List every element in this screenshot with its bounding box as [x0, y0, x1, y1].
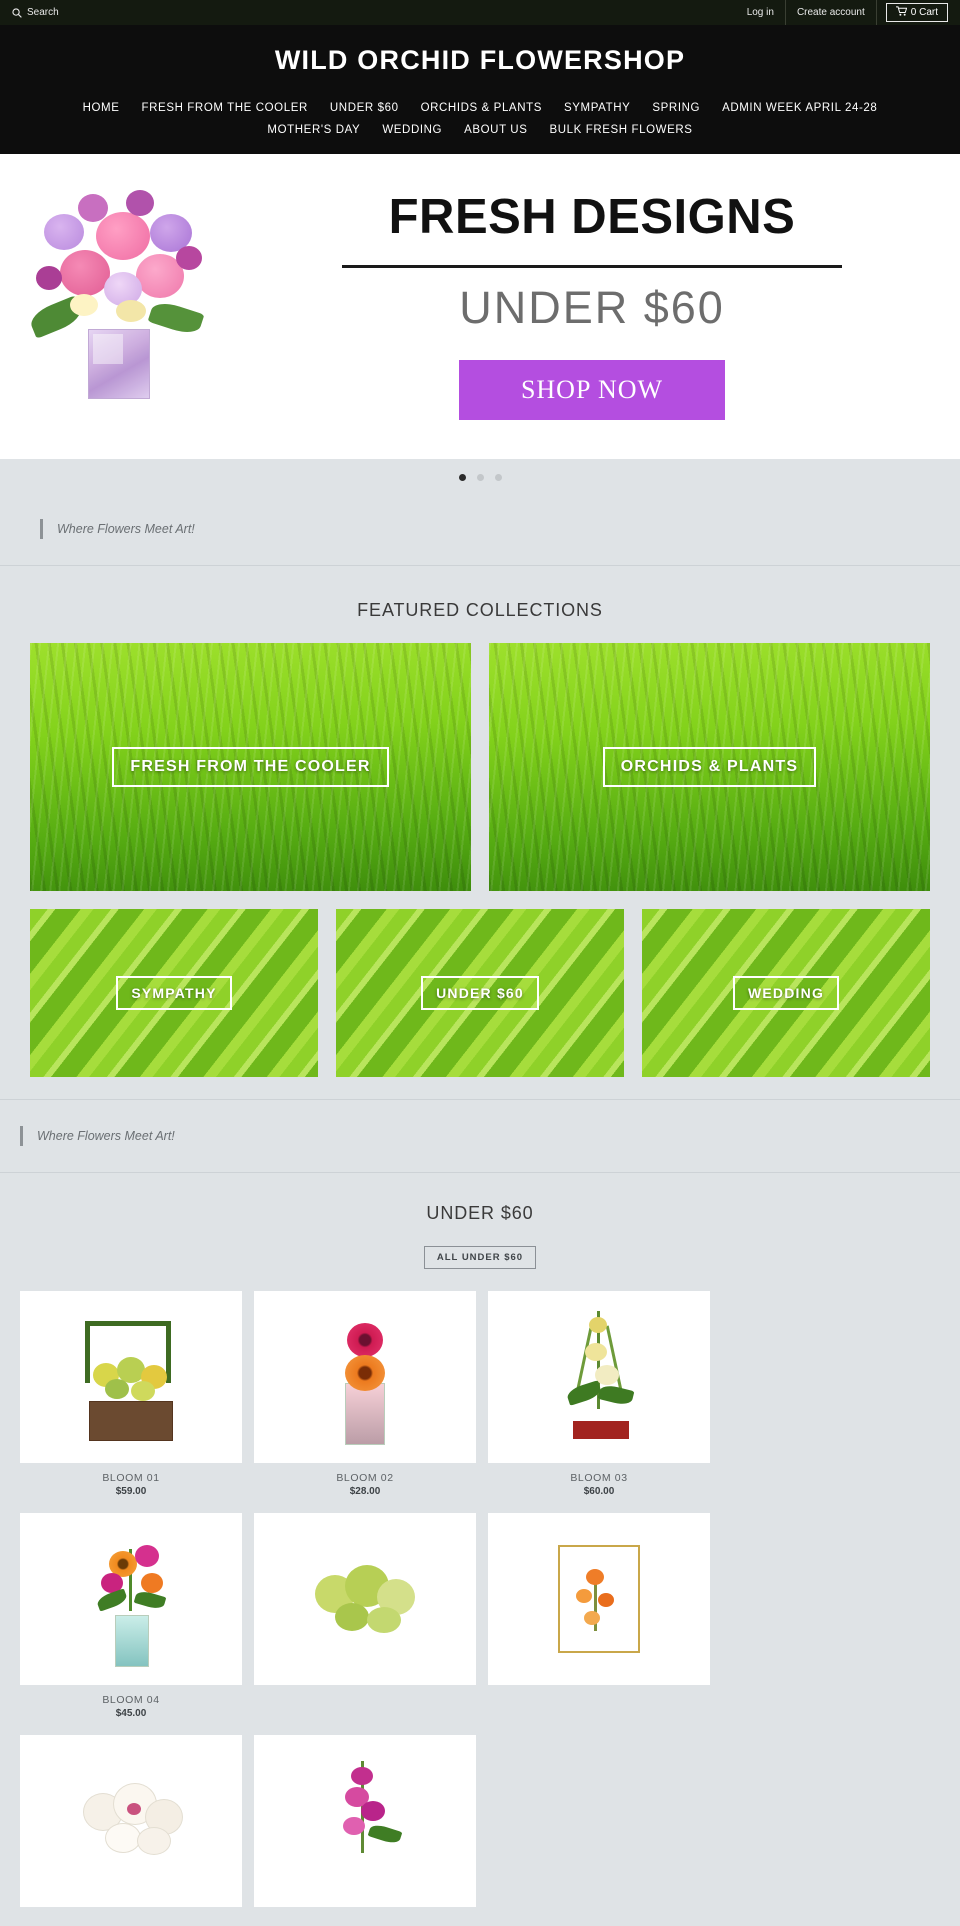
product-image — [254, 1734, 476, 1907]
tagline-accent-bar — [40, 518, 43, 539]
under-60-products-section: UNDER $60 ALL UNDER $60 BLOOM 01 $59.00 — [0, 1173, 960, 1926]
product-price: $59.00 — [115, 1485, 147, 1497]
product-card-5[interactable] — [254, 1512, 476, 1719]
product-grid: BLOOM 01 $59.00 BLOOM 02 $28.00 BLOOM 03… — [20, 1290, 940, 1916]
product-card-7[interactable] — [20, 1734, 242, 1916]
product-price: $60.00 — [583, 1485, 615, 1497]
featured-big-row: FRESH FROM THE COOLER ORCHIDS & PLANTS — [30, 642, 930, 891]
collection-label: FRESH FROM THE COOLER — [112, 746, 389, 787]
nav-row-secondary: MOTHER'S DAY WEDDING ABOUT US BULK FRESH… — [0, 120, 960, 142]
product-name: BLOOM 04 — [102, 1693, 160, 1706]
nav-item-under-60[interactable]: UNDER $60 — [319, 98, 410, 120]
nav-item-sympathy[interactable]: SYMPATHY — [553, 98, 641, 120]
nav-item-mothers-day[interactable]: MOTHER'S DAY — [256, 120, 371, 142]
collection-card-under-60[interactable]: UNDER $60 — [336, 908, 624, 1077]
products-section-title: UNDER $60 — [426, 1202, 534, 1223]
product-name: BLOOM 01 — [102, 1471, 160, 1484]
product-card-bloom-01[interactable]: BLOOM 01 $59.00 — [20, 1290, 242, 1497]
nav-item-fresh-from-the-cooler[interactable]: FRESH FROM THE COOLER — [131, 98, 319, 120]
nav-item-wedding[interactable]: WEDDING — [371, 120, 453, 142]
vase-shape — [88, 328, 150, 399]
collection-label: UNDER $60 — [421, 975, 539, 1010]
slideshow-dots-band — [0, 458, 960, 493]
slide-dot-1[interactable] — [458, 473, 466, 481]
collection-card-orchids-plants[interactable]: ORCHIDS & PLANTS — [489, 642, 930, 891]
nav-item-about-us[interactable]: ABOUT US — [453, 120, 538, 142]
search-icon — [12, 7, 22, 18]
nav-item-spring[interactable]: SPRING — [641, 98, 711, 120]
collection-label: ORCHIDS & PLANTS — [602, 746, 817, 787]
product-image — [254, 1290, 476, 1463]
product-card-6[interactable] — [488, 1512, 710, 1719]
product-card-bloom-04[interactable]: BLOOM 04 $45.00 — [20, 1512, 242, 1719]
product-image — [488, 1290, 710, 1463]
hero-slide: FRESH DESIGNS UNDER $60 SHOP NOW — [0, 154, 960, 459]
nav-item-admin-week[interactable]: ADMIN WEEK APRIL 24-28 — [711, 98, 888, 120]
product-image — [20, 1734, 242, 1907]
login-link[interactable]: Log in — [736, 0, 785, 25]
slide-dot-3[interactable] — [494, 473, 502, 481]
collection-card-wedding[interactable]: WEDDING — [642, 908, 930, 1077]
shop-now-button[interactable]: SHOP NOW — [458, 360, 726, 421]
collection-label: WEDDING — [732, 975, 840, 1010]
all-under-60-button[interactable]: ALL UNDER $60 — [423, 1245, 537, 1269]
hero-bouquet-image — [0, 154, 280, 459]
product-card-8[interactable] — [254, 1734, 476, 1916]
nav-item-home[interactable]: HOME — [72, 98, 131, 120]
featured-small-row: SYMPATHY UNDER $60 WEDDING — [30, 908, 930, 1077]
tagline-section-top: Where Flowers Meet Art! — [0, 492, 960, 566]
tagline-bottom-text: Where Flowers Meet Art! — [37, 1128, 175, 1143]
product-image — [20, 1290, 242, 1463]
cart-count-label: 0 Cart — [910, 7, 938, 18]
hero-headline: FRESH DESIGNS — [388, 189, 796, 244]
site-title: WILD ORCHID FLOWERSHOP — [274, 45, 686, 75]
search-label: Search — [27, 7, 59, 18]
collection-card-fresh-from-the-cooler[interactable]: FRESH FROM THE COOLER — [30, 642, 471, 891]
product-image — [20, 1512, 242, 1685]
tagline-section-bottom: Where Flowers Meet Art! — [0, 1098, 960, 1173]
tagline-top-text: Where Flowers Meet Art! — [57, 521, 195, 536]
main-navigation: HOME FRESH FROM THE COOLER UNDER $60 ORC… — [0, 98, 960, 142]
create-account-link[interactable]: Create account — [784, 0, 877, 25]
product-price: $28.00 — [349, 1485, 381, 1497]
featured-collections-title: FEATURED COLLECTIONS — [357, 599, 603, 620]
cart-button[interactable]: 0 Cart — [885, 3, 948, 22]
nav-item-bulk-fresh-flowers[interactable]: BULK FRESH FLOWERS — [538, 120, 703, 142]
search-button[interactable]: Search — [12, 7, 59, 18]
hero-divider — [342, 265, 842, 269]
hero-subheadline: UNDER $60 — [459, 282, 725, 334]
product-image — [254, 1512, 476, 1685]
product-card-bloom-03[interactable]: BLOOM 03 $60.00 — [488, 1290, 710, 1497]
nav-item-orchids-plants[interactable]: ORCHIDS & PLANTS — [410, 98, 553, 120]
featured-collections-section: FEATURED COLLECTIONS FRESH FROM THE COOL… — [0, 566, 960, 1077]
tagline-bottom: Where Flowers Meet Art! — [20, 1125, 960, 1146]
collection-label: SYMPATHY — [116, 975, 232, 1010]
collection-card-sympathy[interactable]: SYMPATHY — [30, 908, 318, 1077]
hero-text-block: FRESH DESIGNS UNDER $60 SHOP NOW — [280, 189, 960, 421]
tagline-accent-bar — [20, 1125, 23, 1146]
hero-slideshow[interactable]: FRESH DESIGNS UNDER $60 SHOP NOW — [0, 153, 960, 459]
product-price: $45.00 — [115, 1707, 147, 1719]
nav-row-primary: HOME FRESH FROM THE COOLER UNDER $60 ORC… — [0, 98, 960, 120]
slideshow-pagination — [0, 473, 960, 481]
product-image — [488, 1512, 710, 1685]
site-header: WILD ORCHID FLOWERSHOP HOME FRESH FROM T… — [0, 25, 960, 154]
product-card-bloom-02[interactable]: BLOOM 02 $28.00 — [254, 1290, 476, 1497]
tagline-top: Where Flowers Meet Art! — [40, 518, 960, 539]
product-name: BLOOM 03 — [570, 1471, 628, 1484]
shopping-cart-icon — [895, 6, 908, 19]
product-name: BLOOM 02 — [336, 1471, 394, 1484]
utility-bar: Search Log in Create account 0 Cart — [0, 0, 960, 25]
utility-bar-right: Log in Create account 0 Cart — [736, 0, 948, 25]
slide-dot-2[interactable] — [476, 473, 484, 481]
